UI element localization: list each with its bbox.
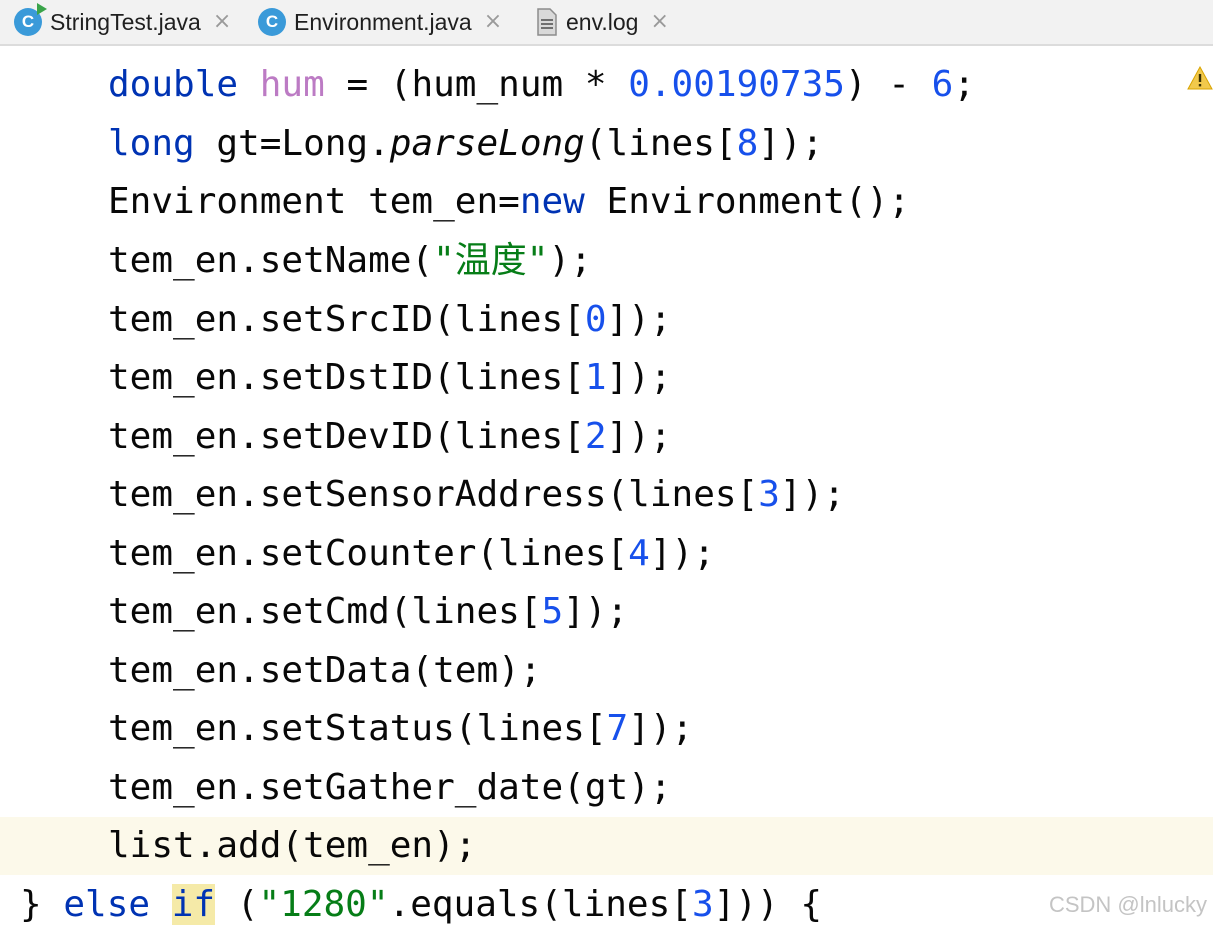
number-literal: 0.00190735 <box>628 64 845 105</box>
code-text: tem_en.setDstID(lines[ <box>108 357 585 398</box>
code-text: tem_en.setGather_date(gt); <box>108 767 672 808</box>
code-line: tem_en.setDstID(lines[1]); <box>0 349 1213 407</box>
code-text: ]); <box>606 357 672 398</box>
close-icon[interactable]: × <box>650 11 668 33</box>
code-line: tem_en.setGather_date(gt); <box>0 759 1213 817</box>
code-line: tem_en.setCmd(lines[5]); <box>0 583 1213 641</box>
code-line: tem_en.setDevID(lines[2]); <box>0 408 1213 466</box>
keyword: new <box>519 181 585 222</box>
number-literal: 8 <box>736 123 759 164</box>
tab-label: Environment.java <box>294 8 472 35</box>
code-line: tem_en.setCounter(lines[4]); <box>0 525 1213 583</box>
code-line: tem_en.setSensorAddress(lines[3]); <box>0 466 1213 524</box>
java-class-icon: C <box>258 8 286 36</box>
code-text: ]); <box>758 123 824 164</box>
tab-env-log[interactable]: env.log × <box>536 0 669 44</box>
number-literal: 4 <box>628 533 650 574</box>
close-icon[interactable]: × <box>213 11 231 33</box>
number-literal: 3 <box>758 474 780 515</box>
warning-icon[interactable] <box>1187 66 1213 90</box>
tab-environment-java[interactable]: C Environment.java × <box>258 0 502 44</box>
current-line: list.add(tem_en); <box>0 817 1213 875</box>
code-text: ]); <box>606 416 672 457</box>
close-icon[interactable]: × <box>484 11 502 33</box>
code-line: Environment tem_en=new Environment(); <box>0 173 1213 231</box>
number-literal: 3 <box>691 884 714 925</box>
code-text: = (hum_num * <box>324 64 629 105</box>
number-literal: 7 <box>606 708 629 749</box>
code-text: tem_en.setCmd(lines[ <box>108 591 542 632</box>
code-text: tem_en.setStatus(lines[ <box>108 708 607 749</box>
code-text: ]); <box>563 591 629 632</box>
code-text: ])) { <box>713 884 823 925</box>
code-text: ) - <box>844 64 932 105</box>
keyword-highlighted: if <box>171 884 216 925</box>
code-text: ); <box>548 240 592 281</box>
keyword: long <box>108 123 195 164</box>
code-line: double hum = (hum_num * 0.00190735) - 6; <box>0 56 1213 114</box>
code-text: tem_en.setDevID(lines[ <box>108 416 585 457</box>
code-text: tem_en.setName( <box>108 240 434 281</box>
code-text: ]); <box>606 299 672 340</box>
code-text: list.add(tem_en); <box>108 825 477 866</box>
keyword: else <box>63 884 151 925</box>
code-text: gt=Long. <box>194 123 390 164</box>
code-line: tem_en.setSrcID(lines[0]); <box>0 291 1213 349</box>
number-literal: 2 <box>584 416 607 457</box>
code-text: ]); <box>628 708 694 749</box>
code-text: Environment(); <box>584 181 910 222</box>
text-file-icon <box>537 8 557 36</box>
number-literal: 6 <box>931 64 954 105</box>
code-text: tem_en.setSrcID(lines[ <box>108 299 585 340</box>
code-text: ]); <box>649 533 715 574</box>
code-text: tem_en.setCounter(lines[ <box>108 533 629 574</box>
code-text: ; <box>953 64 976 105</box>
code-text: ( <box>215 884 259 925</box>
java-class-run-icon: C <box>14 3 47 36</box>
code-line: tem_en.setStatus(lines[7]); <box>0 700 1213 758</box>
code-line: tem_en.setName("温度"); <box>0 232 1213 290</box>
tab-label: StringTest.java <box>50 8 201 35</box>
number-literal: 1 <box>584 357 607 398</box>
keyword: double <box>108 64 239 105</box>
number-literal: 5 <box>541 591 564 632</box>
static-method: parseLong <box>389 123 585 164</box>
code-text: (lines[ <box>584 123 737 164</box>
code-text: } <box>20 884 64 925</box>
code-line: long gt=Long.parseLong(lines[8]); <box>0 115 1213 173</box>
string-literal: "温度" <box>433 240 549 281</box>
code-text: tem_en.setSensorAddress(lines[ <box>108 474 759 515</box>
watermark: CSDN @lnlucky <box>1048 892 1207 917</box>
editor-tab-bar: C StringTest.java × C Environment.java ×… <box>0 0 1213 46</box>
code-editor[interactable]: double hum = (hum_num * 0.00190735) - 6;… <box>0 48 1213 926</box>
code-line: } else if ("1280".equals(lines[3])) { <box>0 876 1213 934</box>
number-literal: 0 <box>584 299 607 340</box>
code-text: ]); <box>779 474 845 515</box>
code-text: tem_en.setData(tem); <box>108 650 542 691</box>
tab-label: env.log <box>566 8 639 35</box>
code-text: Environment tem_en= <box>108 181 520 222</box>
code-line: tem_en.setData(tem); <box>0 642 1213 700</box>
code-text: .equals(lines[ <box>388 884 692 925</box>
unused-variable: hum <box>259 64 325 105</box>
tab-stringtest-java[interactable]: C StringTest.java × <box>14 0 231 44</box>
string-literal: "1280" <box>258 884 389 925</box>
